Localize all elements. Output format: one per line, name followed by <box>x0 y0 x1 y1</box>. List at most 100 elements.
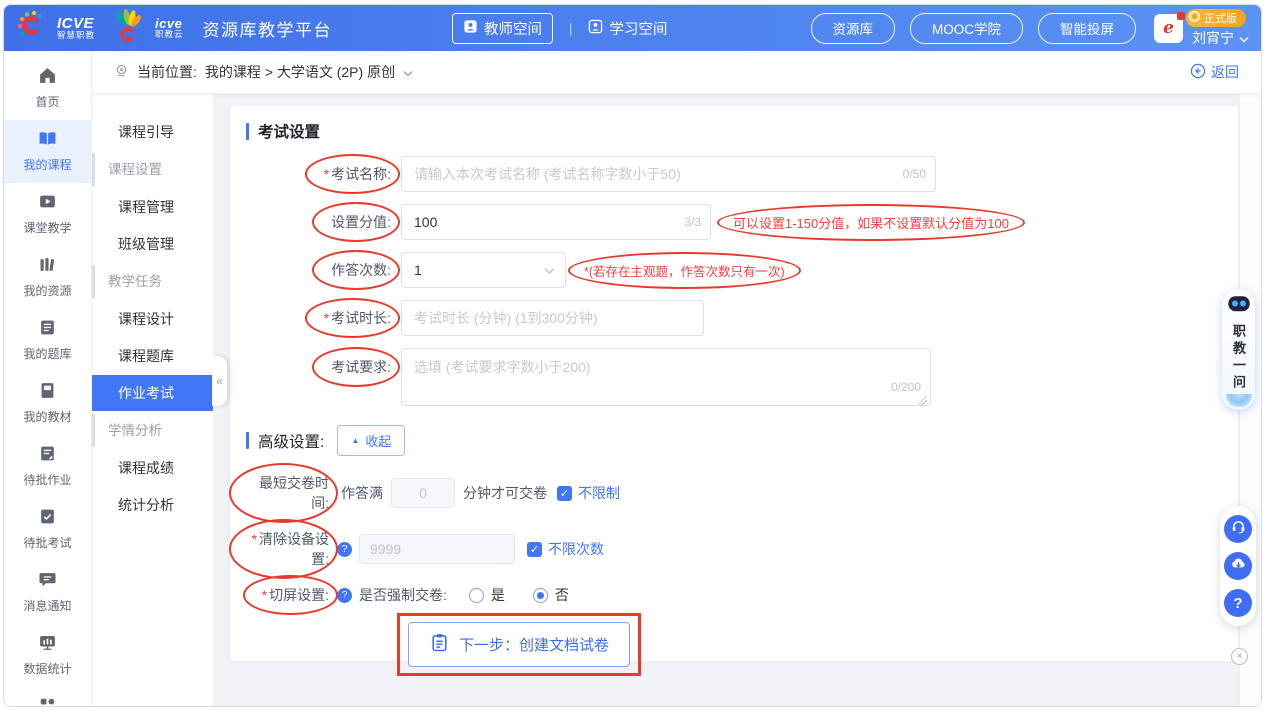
close-icon[interactable]: × <box>1231 648 1248 665</box>
wave-decoration <box>1226 394 1252 407</box>
score-row: 设置分值: 3/3 可以设置1-150分值，如果不设置默认分值为100 <box>246 204 1238 240</box>
breadcrumb[interactable]: 当前位置: 我的课程 > 大学语文 (2P) 原创 <box>114 62 413 82</box>
sidebar-item-data-statistics[interactable]: 数据统计 <box>4 624 91 687</box>
menu-section-learning-analysis: 学情分析 <box>92 414 213 447</box>
annotation-ellipse: 设置分值: <box>329 212 393 232</box>
bookshelf-icon <box>38 255 57 277</box>
unlimited-times-checkbox[interactable]: ✓ <box>527 542 542 557</box>
collapse-button[interactable]: ▲ 收起 <box>337 425 405 456</box>
annotation-ellipse: 考试要求: <box>329 357 393 377</box>
robot-icon <box>1225 292 1253 320</box>
attempts-hint: *(若存在主观题，作答次数只有一次) <box>584 265 785 279</box>
medal-icon <box>1188 10 1201 26</box>
exam-name-label: 考试名称: <box>331 166 391 182</box>
nav-divider: | <box>569 21 572 36</box>
menu-item-course-question-bank[interactable]: 课程题库 <box>92 338 213 374</box>
help-button[interactable]: ? <box>1224 589 1252 617</box>
assistant-label: 职教一问 <box>1229 324 1248 392</box>
exam-name-row: *考试名称: 0/50 <box>246 156 1238 192</box>
breadcrumb-bar: 当前位置: 我的课程 > 大学语文 (2P) 原创 返回 <box>92 51 1261 94</box>
duration-input[interactable] <box>401 300 704 336</box>
unlimited-times-checkbox-label[interactable]: 不限次数 <box>548 539 604 559</box>
annotation-ellipse: 作答次数: <box>329 260 393 280</box>
menu-collapse-handle[interactable]: « <box>212 356 227 406</box>
download-button[interactable] <box>1224 552 1252 580</box>
cloud-download-icon <box>1230 555 1247 577</box>
min-submit-time-label: 最短交卷时间: <box>259 475 329 511</box>
requirements-textarea[interactable] <box>401 348 931 406</box>
user-menu[interactable]: e 正式版 刘宵宁 <box>1154 9 1249 48</box>
header-pill-nav: 资源库 MOOC学院 智能投屏 <box>811 13 1137 44</box>
advanced-settings-title: 高级设置: <box>258 430 324 452</box>
resize-handle[interactable] <box>918 396 927 405</box>
next-step-button[interactable]: 下一步：创建文档试卷 <box>408 622 630 667</box>
menu-section-course-settings: 课程设置 <box>92 153 213 186</box>
chevron-down-icon[interactable] <box>403 64 413 80</box>
min-submit-prefix: 作答满 <box>341 483 383 503</box>
breadcrumb-path: 我的课程 > 大学语文 (2P) 原创 <box>205 62 395 82</box>
attempts-select[interactable]: 1 <box>401 252 566 288</box>
requirements-counter: 0/200 <box>891 380 921 394</box>
menu-item-class-management[interactable]: 班级管理 <box>92 226 213 262</box>
question-bank-icon <box>38 318 57 340</box>
left-icon-rail: 首页 我的课程 课堂教学 我的资源 我的题库 我的教材 <box>4 51 92 706</box>
mooc-college-button[interactable]: MOOC学院 <box>910 13 1023 44</box>
user-meta: 正式版 刘宵宁 <box>1192 9 1249 48</box>
sidebar-item-home[interactable]: 首页 <box>4 57 91 120</box>
learning-space-button[interactable]: 学习空间 <box>588 18 667 39</box>
open-book-icon <box>38 129 57 151</box>
apps-grid-icon <box>38 696 57 707</box>
menu-item-statistics-analysis[interactable]: 统计分析 <box>92 487 213 523</box>
exam-name-input[interactable] <box>401 156 936 192</box>
sidebar-item-message-notifications[interactable]: 消息通知 <box>4 561 91 624</box>
logo1-text: ICVE 智慧职教 <box>57 16 95 41</box>
location-pin-icon <box>114 63 129 81</box>
sidebar-item-my-courses[interactable]: 我的课程 <box>4 120 91 183</box>
menu-item-course-design[interactable]: 课程设计 <box>92 301 213 337</box>
sidebar-item-third-party-apps[interactable]: 第三方应用 <box>4 687 91 707</box>
requirements-row: 考试要求: 0/200 <box>246 348 1238 411</box>
message-bubble-icon <box>38 570 57 592</box>
force-submit-question: 是否强制交卷: <box>359 585 447 605</box>
menu-item-course-management[interactable]: 课程管理 <box>92 189 213 225</box>
force-submit-radio-no-label[interactable]: 否 <box>555 585 569 605</box>
back-button[interactable]: 返回 <box>1190 62 1239 82</box>
menu-item-course-grades[interactable]: 课程成绩 <box>92 450 213 486</box>
sidebar-item-my-resources[interactable]: 我的资源 <box>4 246 91 309</box>
help-icon[interactable]: ? <box>337 588 352 603</box>
brand-area[interactable]: ICVE 智慧职教 icve 职教云 资源库教学平台 <box>14 9 332 48</box>
help-icon[interactable]: ? <box>337 542 352 557</box>
screen-switch-row: *切屏设置: ? 是否强制交卷: 是 否 <box>246 585 1238 605</box>
assistant-widget[interactable]: 职教一问 <box>1222 289 1255 410</box>
sidebar-item-classroom-teaching[interactable]: 课堂教学 <box>4 183 91 246</box>
menu-section-teaching-tasks: 教学任务 <box>92 265 213 298</box>
unlimited-checkbox[interactable]: ✓ <box>557 486 572 501</box>
platform-title: 资源库教学平台 <box>203 16 333 41</box>
annotation-ellipse: 最短交卷时间: <box>246 473 331 513</box>
sidebar-item-pending-exams[interactable]: 待批考试 <box>4 498 91 561</box>
min-submit-time-input[interactable] <box>391 478 455 508</box>
requirements-label: 考试要求: <box>331 359 391 375</box>
customer-service-button[interactable] <box>1224 515 1252 543</box>
annotation-ellipse: *清除设备设置: <box>246 529 331 569</box>
space-nav: 教师空间 | 学习空间 <box>452 13 667 44</box>
min-submit-suffix: 分钟才可交卷 <box>463 483 547 503</box>
menu-item-homework-exam[interactable]: 作业考试 <box>92 375 213 411</box>
homework-doc-icon <box>38 444 57 466</box>
force-submit-radio-yes-label[interactable]: 是 <box>491 585 505 605</box>
teacher-space-button[interactable]: 教师空间 <box>452 13 553 44</box>
annotation-ellipse: *考试时长: <box>322 308 393 328</box>
menu-item-course-guide[interactable]: 课程引导 <box>92 114 213 150</box>
sidebar-item-pending-homework[interactable]: 待批作业 <box>4 435 91 498</box>
force-submit-radio-no[interactable] <box>533 588 548 603</box>
unlimited-checkbox-label[interactable]: 不限制 <box>578 483 620 503</box>
sidebar-item-my-question-bank[interactable]: 我的题库 <box>4 309 91 372</box>
sidebar-item-my-textbooks[interactable]: 我的教材 <box>4 372 91 435</box>
user-square-icon <box>588 19 603 38</box>
score-input[interactable] <box>401 204 711 240</box>
smart-cast-button[interactable]: 智能投屏 <box>1038 13 1136 44</box>
force-submit-radio-yes[interactable] <box>469 588 484 603</box>
home-icon <box>38 66 57 88</box>
clear-device-input[interactable] <box>359 534 515 564</box>
resource-library-button[interactable]: 资源库 <box>811 13 896 44</box>
